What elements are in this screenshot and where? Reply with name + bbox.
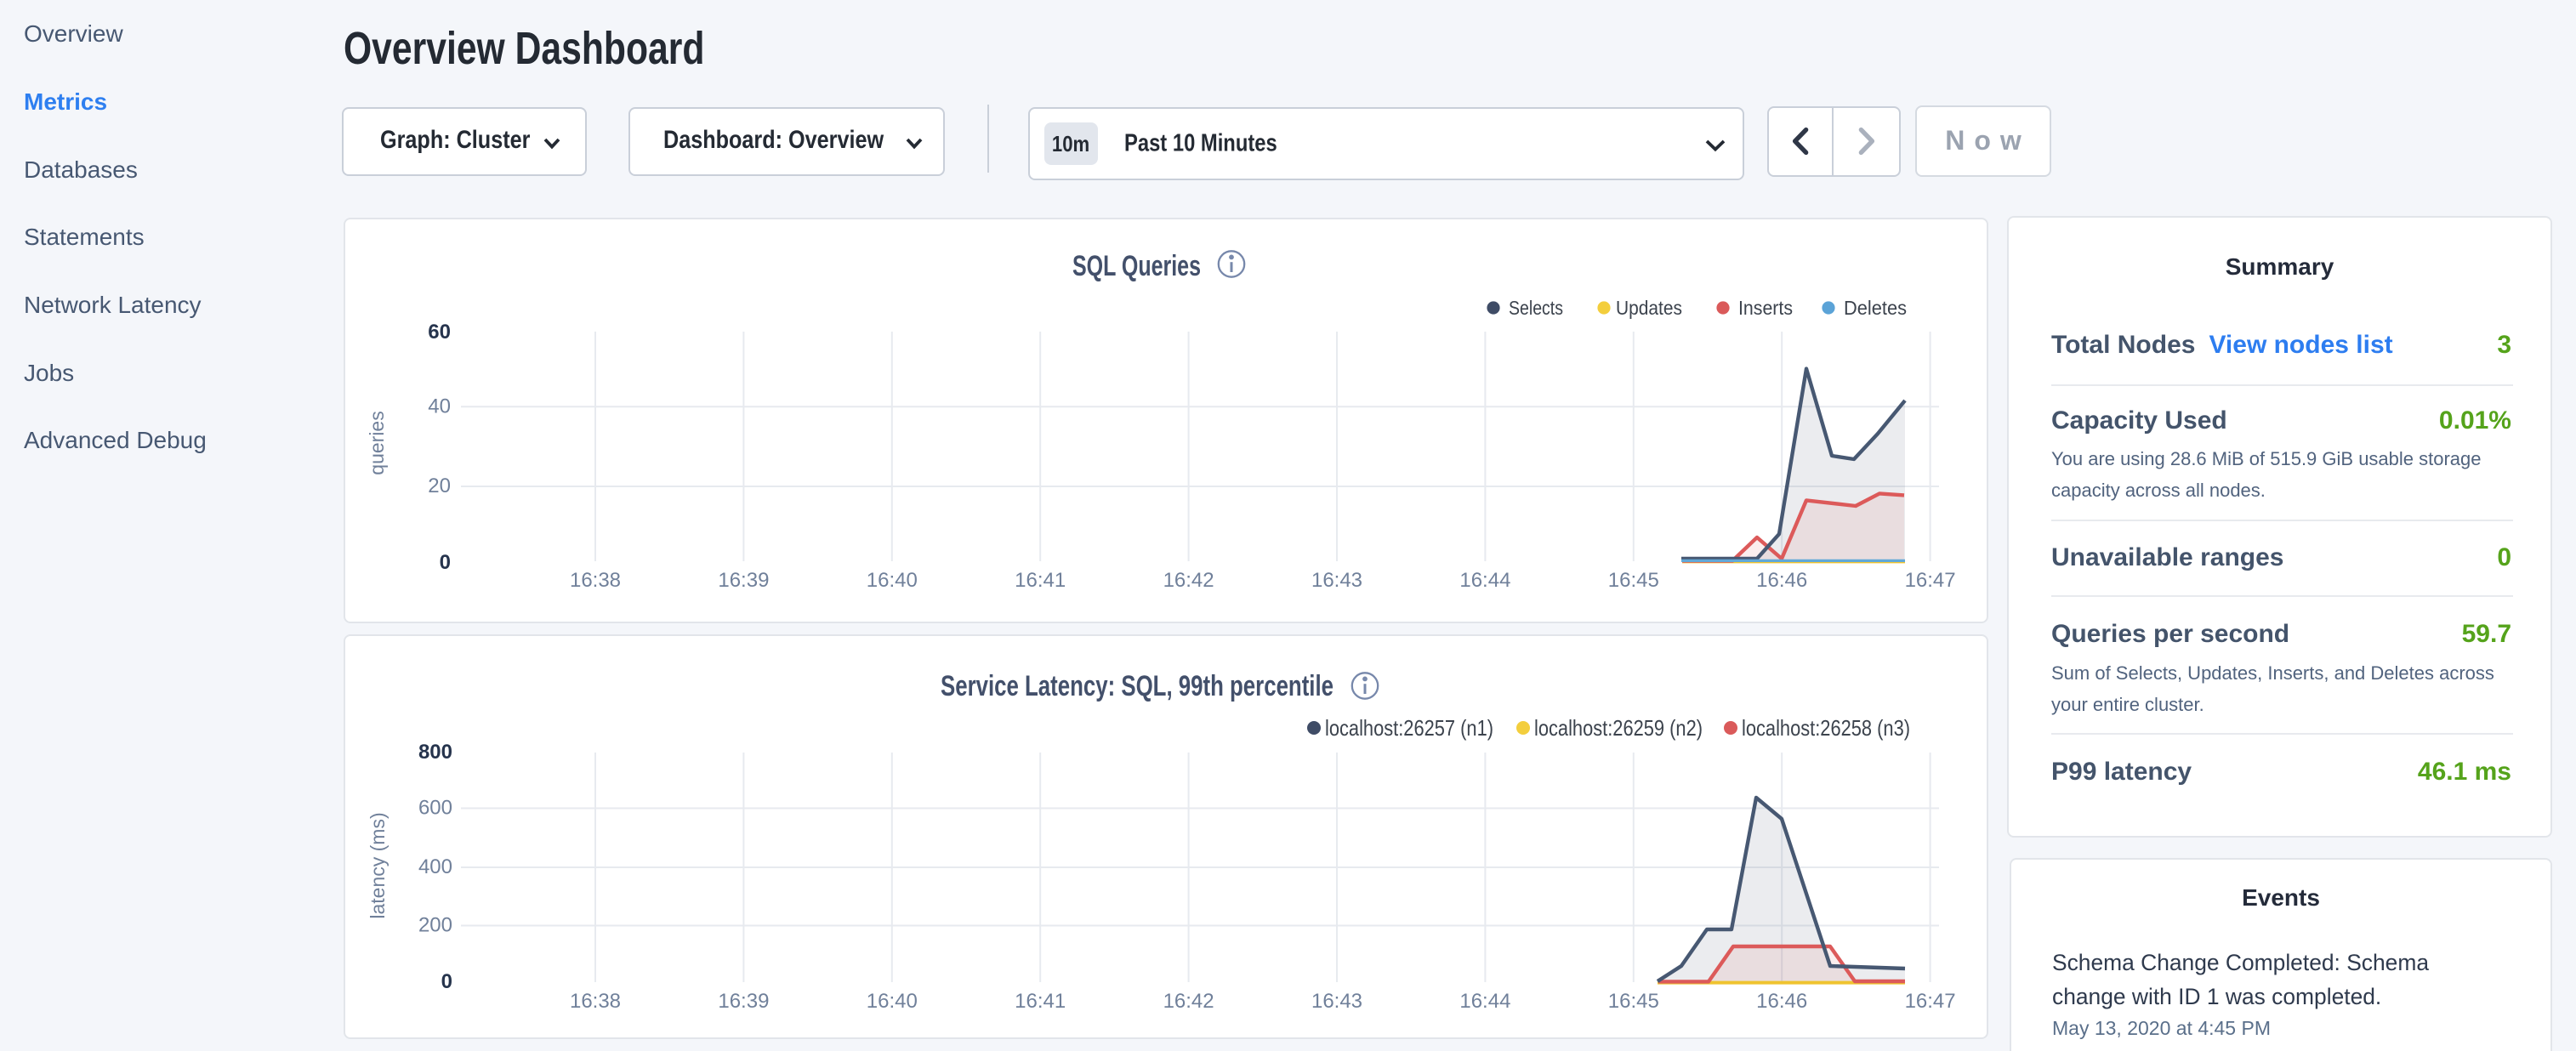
svg-text:localhost:26258 (n3): localhost:26258 (n3): [1742, 715, 1910, 741]
svg-text:queries: queries: [366, 411, 388, 474]
svg-text:0: 0: [440, 551, 451, 574]
svg-text:16:39: 16:39: [718, 990, 769, 1013]
svg-text:200: 200: [418, 914, 452, 937]
svg-text:16:43: 16:43: [1311, 990, 1362, 1013]
svg-text:16:44: 16:44: [1459, 569, 1510, 592]
svg-text:16:38: 16:38: [570, 990, 621, 1013]
svg-text:16:47: 16:47: [1905, 990, 1956, 1013]
svg-text:400: 400: [418, 855, 452, 878]
svg-text:SQL Queries: SQL Queries: [1072, 250, 1201, 282]
svg-text:16:45: 16:45: [1608, 990, 1659, 1013]
svg-text:16:40: 16:40: [867, 990, 918, 1013]
svg-text:16:39: 16:39: [718, 569, 769, 592]
svg-text:40: 40: [428, 395, 451, 418]
svg-text:Inserts: Inserts: [1738, 297, 1793, 319]
svg-text:16:43: 16:43: [1311, 569, 1362, 592]
svg-text:16:38: 16:38: [570, 569, 621, 592]
svg-text:latency (ms): latency (ms): [367, 812, 389, 918]
svg-text:16:40: 16:40: [867, 569, 918, 592]
svg-text:localhost:26259 (n2): localhost:26259 (n2): [1534, 715, 1703, 741]
svg-text:16:41: 16:41: [1015, 990, 1066, 1013]
svg-text:16:42: 16:42: [1163, 990, 1214, 1013]
svg-text:800: 800: [418, 741, 452, 764]
svg-text:16:45: 16:45: [1608, 569, 1659, 592]
svg-text:Selects: Selects: [1509, 297, 1563, 319]
svg-text:600: 600: [418, 797, 452, 820]
svg-text:16:46: 16:46: [1756, 990, 1807, 1013]
svg-text:0: 0: [441, 970, 452, 993]
svg-text:16:47: 16:47: [1905, 569, 1956, 592]
svg-text:60: 60: [428, 321, 451, 344]
svg-text:16:42: 16:42: [1163, 569, 1214, 592]
svg-text:20: 20: [428, 474, 451, 497]
svg-text:Deletes: Deletes: [1844, 297, 1907, 319]
svg-text:Updates: Updates: [1616, 297, 1682, 319]
svg-text:16:41: 16:41: [1015, 569, 1066, 592]
svg-text:localhost:26257 (n1): localhost:26257 (n1): [1325, 715, 1493, 741]
svg-text:Service Latency: SQL, 99th per: Service Latency: SQL, 99th percentile: [941, 670, 1333, 702]
svg-text:16:46: 16:46: [1756, 569, 1807, 592]
svg-text:16:44: 16:44: [1459, 990, 1510, 1013]
